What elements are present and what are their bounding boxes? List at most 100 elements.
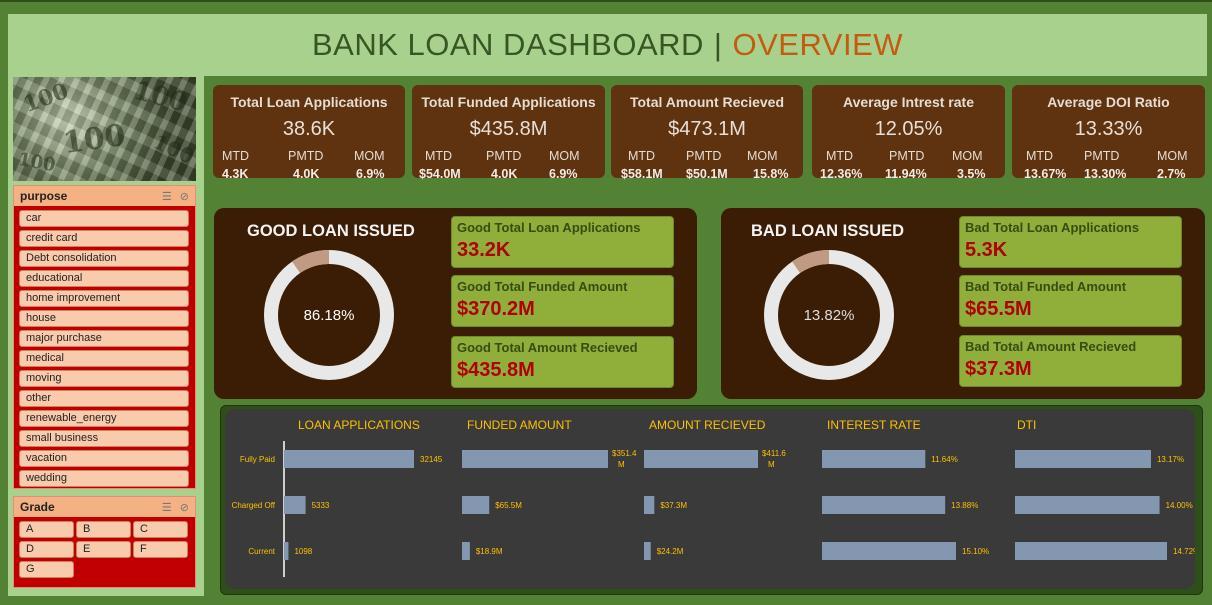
kpi-period-label: MOM bbox=[952, 149, 983, 163]
chart-data-label: $18.9M bbox=[476, 547, 503, 556]
kpi-value: 12.05% bbox=[874, 118, 943, 140]
multi-select-icon[interactable]: ☰ bbox=[162, 501, 172, 514]
kpi-title: Total Loan Applications bbox=[230, 94, 388, 110]
chart-bar bbox=[822, 496, 946, 514]
chart-data-label: $24.2M bbox=[657, 547, 684, 556]
purpose-slicer-item[interactable]: home improvement bbox=[19, 290, 189, 307]
kpi-period-value: 13.67% bbox=[1024, 167, 1067, 181]
purpose-slicer-item[interactable]: moving bbox=[19, 370, 189, 387]
chart-bar bbox=[462, 450, 608, 468]
kpi-period-label: MTD bbox=[425, 149, 453, 163]
kpi-period-value: 2.7% bbox=[1157, 167, 1186, 181]
good-loan-title: GOOD LOAN ISSUED bbox=[247, 222, 415, 240]
chart-data-label: 11.64% bbox=[931, 455, 958, 464]
grade-slicer-item[interactable]: G bbox=[19, 561, 74, 578]
purpose-slicer-title: purpose bbox=[20, 189, 68, 203]
kpi-value: $435.8M bbox=[469, 118, 548, 140]
kpi-period-label: PMTD bbox=[1084, 149, 1120, 163]
chart-bar bbox=[284, 542, 289, 560]
purpose-slicer: purpose ☰ ⊘ car credit card Debt consolida… bbox=[13, 185, 196, 489]
purpose-slicer-item[interactable]: house bbox=[19, 310, 189, 327]
money-image: 100 100 100 100 100 bbox=[13, 77, 196, 181]
purpose-slicer-item[interactable]: Debt consolidation bbox=[19, 250, 189, 267]
bad-loan-panel: BAD LOAN ISSUED 13.82% Bad Total Loan Ap… bbox=[721, 208, 1205, 399]
purpose-slicer-item[interactable]: credit card bbox=[19, 230, 189, 247]
card-title: Bad Total Funded Amount bbox=[965, 279, 1127, 294]
card-value: $370.2M bbox=[457, 298, 535, 320]
chart-data-label: 32145 bbox=[420, 455, 443, 464]
bad-loan-card: Bad Total Loan Applications 5.3K bbox=[959, 216, 1182, 268]
chart-data-label: 14.00% bbox=[1166, 501, 1193, 510]
kpi-period-value: 13.30% bbox=[1084, 167, 1127, 181]
purpose-slicer-item[interactable]: wedding bbox=[19, 470, 189, 487]
grade-slicer-item[interactable]: C bbox=[133, 521, 188, 538]
kpi-period-label: MOM bbox=[1157, 149, 1188, 163]
purpose-slicer-item[interactable]: educational bbox=[19, 270, 189, 287]
grade-slicer-item[interactable]: B bbox=[76, 521, 131, 538]
chart-series-header: FUNDED AMOUNT bbox=[467, 418, 572, 432]
kpi-period-value: $50.1M bbox=[686, 167, 728, 181]
chart-data-label: $37.3M bbox=[660, 501, 687, 510]
kpi-card: Total Amount Recieved $473.1M MTD $58.1M PMT… bbox=[611, 85, 803, 181]
card-title: Bad Total Loan Applications bbox=[965, 220, 1140, 235]
chart-bar bbox=[1015, 496, 1160, 514]
chart-data-label: $351.4 M bbox=[612, 449, 637, 469]
loan-status-panel: Fully Paid Charged Off Current LOAN APPLICA… bbox=[220, 405, 1203, 595]
card-title: Good Total Funded Amount bbox=[457, 279, 628, 294]
bad-loan-title: BAD LOAN ISSUED bbox=[751, 222, 905, 240]
chart-data-label: 14.72% bbox=[1173, 547, 1195, 556]
filter-panel: 100 100 100 100 100 purpose ☰ ⊘ car credi… bbox=[8, 76, 204, 596]
chart-data-label: 1098 bbox=[294, 547, 312, 556]
chart-data-label: 15.10% bbox=[962, 547, 989, 556]
bad-loan-card: Bad Total Amount Recieved $37.3M bbox=[959, 335, 1182, 387]
kpi-card: Average Intrest rate 12.05% MTD 12.36% PMTD 1… bbox=[812, 85, 1005, 181]
bad-loan-donut: 13.82% bbox=[764, 250, 894, 380]
kpi-period-label: PMTD bbox=[889, 149, 925, 163]
grade-slicer-item[interactable]: E bbox=[76, 541, 131, 558]
dashboard-title: BANK LOAN DASHBOARD bbox=[311, 27, 704, 62]
chart-series-header: INTEREST RATE bbox=[827, 418, 921, 432]
grade-slicer-item[interactable]: A bbox=[19, 521, 74, 538]
chart-bar bbox=[462, 542, 470, 560]
purpose-slicer-item[interactable]: renewable_energy bbox=[19, 410, 189, 427]
chart-data-label: $411.6 M bbox=[762, 449, 786, 469]
purpose-slicer-item[interactable]: small business bbox=[19, 430, 189, 447]
kpi-period-label: MTD bbox=[222, 149, 250, 163]
grade-slicer-header: Grade ☰ ⊘ bbox=[14, 497, 195, 517]
purpose-slicer-item[interactable]: other bbox=[19, 390, 189, 407]
multi-select-icon[interactable]: ☰ bbox=[162, 190, 172, 203]
card-title: Bad Total Amount Recieved bbox=[965, 339, 1137, 354]
kpi-period-label: PMTD bbox=[288, 149, 324, 163]
dashboard-subtitle: OVERVIEW bbox=[732, 27, 904, 62]
chart-category-label: Fully Paid bbox=[240, 455, 275, 464]
chart-data-label: 5333 bbox=[312, 501, 330, 510]
kpi-value: 13.33% bbox=[1074, 118, 1143, 140]
grade-slicer-item[interactable]: F bbox=[133, 541, 188, 558]
card-value: $435.8M bbox=[457, 359, 535, 381]
chart-bar bbox=[462, 496, 490, 514]
chart-data-label: 13.17% bbox=[1157, 455, 1184, 464]
card-value: 5.3K bbox=[965, 239, 1008, 261]
clear-filter-icon[interactable]: ⊘ bbox=[180, 501, 189, 514]
clear-filter-icon[interactable]: ⊘ bbox=[180, 190, 189, 203]
card-title: Good Total Loan Applications bbox=[457, 220, 641, 235]
kpi-title: Total Amount Recieved bbox=[629, 94, 785, 110]
purpose-slicer-item[interactable]: car bbox=[19, 210, 189, 227]
loan-status-chart: Fully Paid Charged Off Current LOAN APPLICA… bbox=[232, 418, 1195, 577]
bad-loan-card: Bad Total Funded Amount $65.5M bbox=[959, 275, 1182, 327]
purpose-slicer-item[interactable]: major purchase bbox=[19, 330, 189, 347]
purpose-slicer-item[interactable]: medical bbox=[19, 350, 189, 367]
kpi-period-label: MTD bbox=[628, 149, 656, 163]
purpose-slicer-item[interactable]: vacation bbox=[19, 450, 189, 467]
title-separator: | bbox=[713, 27, 723, 62]
chart-data-label: $65.5M bbox=[495, 501, 522, 510]
kpi-period-value: 11.94% bbox=[885, 167, 927, 181]
kpi-period-value: 15.8% bbox=[753, 167, 789, 181]
kpi-period-label: MOM bbox=[354, 149, 385, 163]
purpose-slicer-header: purpose ☰ ⊘ bbox=[14, 186, 195, 206]
kpi-value: 38.6K bbox=[282, 118, 336, 140]
grade-slicer-item[interactable]: D bbox=[19, 541, 74, 558]
grade-slicer-title: Grade bbox=[20, 500, 55, 514]
good-loan-card: Good Total Funded Amount $370.2M bbox=[451, 275, 674, 327]
kpi-period-value: 4.0K bbox=[491, 167, 518, 181]
